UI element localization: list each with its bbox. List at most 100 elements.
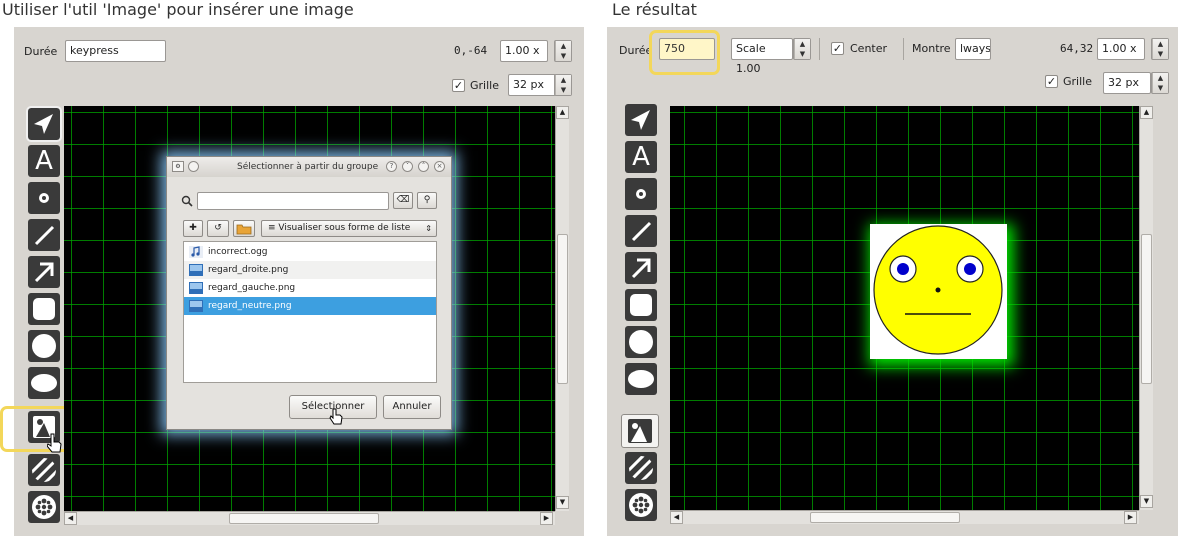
center-label: Center (850, 42, 888, 55)
scroll-left-icon[interactable]: ◀ (64, 512, 77, 525)
scale-spinbox[interactable]: Scale 1.00 (731, 38, 793, 75)
line-tool-button[interactable] (625, 215, 657, 247)
file-name: regard_droite.png (208, 265, 289, 275)
line-tool-button[interactable] (28, 219, 60, 251)
refresh-icon[interactable]: ↺ (207, 220, 229, 237)
grid-size-spinbox[interactable]: 32 px (508, 74, 556, 96)
zoom-stepper[interactable]: ▲ ▼ (1151, 38, 1169, 60)
duration-label: Durée (619, 44, 653, 57)
grid-size-value: 32 px (513, 78, 544, 91)
duration-label: Durée (24, 45, 58, 58)
hatch-tool-button[interactable] (28, 454, 60, 486)
horizontal-scroll-thumb[interactable] (810, 512, 960, 523)
flower-tool-button[interactable] (28, 491, 60, 523)
ellipse-icon (31, 374, 57, 392)
add-icon[interactable]: ✚ (183, 220, 203, 237)
select-arrow-tool-button[interactable] (26, 106, 62, 142)
view-mode-dropdown[interactable]: ≡ Visualiser sous forme de liste ⇕ (261, 220, 437, 237)
grid-size-stepper[interactable]: ▲ ▼ (554, 74, 572, 96)
hatch-tool-button[interactable] (625, 452, 657, 484)
select-arrow-icon (34, 114, 53, 134)
scroll-down-icon[interactable]: ▼ (1140, 495, 1153, 508)
file-row-incorrect-ogg[interactable]: incorrect.ogg (184, 243, 436, 261)
flower-tool-button[interactable] (625, 489, 657, 521)
text-tool-button[interactable]: A (28, 145, 60, 177)
grid-stepper-arrows-icon: ▲ ▼ (1152, 73, 1168, 93)
scale-value: Scale 1.00 (736, 42, 766, 75)
file-row-regard-gauche[interactable]: regard_gauche.png (184, 279, 436, 297)
scroll-right-icon[interactable]: ▶ (540, 512, 553, 525)
duration-highlight (649, 30, 720, 75)
cancel-button[interactable]: Annuler (383, 395, 441, 419)
ellipse-tool-button[interactable] (28, 367, 60, 399)
arrow-tool-button[interactable] (625, 252, 657, 284)
zoom-spinbox[interactable]: 1.00 x (1097, 38, 1145, 60)
grid-stepper-arrows-icon: ▲ ▼ (555, 75, 571, 95)
dialog-titlebar: ⚙ Sélectionner à partir du groupe ? ˅ ˄ … (167, 157, 451, 177)
show-input[interactable]: lways (955, 38, 991, 60)
duration-input[interactable]: keypress (65, 40, 166, 62)
scroll-down-icon[interactable]: ▼ (556, 496, 569, 509)
search-input[interactable] (197, 192, 389, 210)
zoom-stepper[interactable]: ▲ ▼ (554, 40, 572, 62)
vertical-scroll-thumb[interactable] (1141, 234, 1152, 384)
rounded-rect-tool-button[interactable] (28, 293, 60, 325)
point-tool-button[interactable] (625, 178, 657, 210)
ellipse-icon (628, 370, 654, 388)
scroll-right-icon[interactable]: ▶ (1124, 511, 1137, 524)
image-tool-button-active[interactable] (621, 414, 659, 448)
minimize-icon[interactable]: ˅ (402, 161, 413, 172)
dropdown-arrows-icon: ⇕ (425, 224, 432, 233)
point-icon (39, 193, 49, 203)
arrow-tool-button[interactable] (28, 256, 60, 288)
file-row-regard-neutre-selected[interactable]: regard_neutre.png (184, 297, 436, 315)
clear-search-icon[interactable]: ⌫ (393, 192, 413, 209)
grid-checkbox[interactable]: ✓ (452, 79, 465, 92)
search-options-icon[interactable]: ⚲ (417, 192, 437, 209)
horizontal-scrollbar[interactable]: ◀ ▶ (670, 510, 1139, 524)
text-tool-icon: A (632, 142, 650, 172)
point-tool-button[interactable] (28, 182, 60, 214)
app-icon: ⚙ (172, 161, 184, 172)
horizontal-scrollbar[interactable]: ◀ ▶ (64, 511, 555, 525)
circle-tool-button[interactable] (625, 326, 657, 358)
scroll-left-icon[interactable]: ◀ (670, 511, 683, 524)
file-name: regard_neutre.png (208, 301, 292, 311)
pin-icon[interactable] (188, 161, 199, 172)
scale-stepper[interactable]: ▲ ▼ (793, 38, 811, 60)
face-image[interactable] (870, 224, 1007, 359)
view-mode-label: Visualiser sous forme de liste (278, 223, 411, 233)
center-checkbox[interactable]: ✓ (831, 42, 844, 55)
horizontal-scroll-thumb[interactable] (229, 513, 379, 524)
image-file-icon (189, 300, 203, 312)
circle-tool-button[interactable] (28, 330, 60, 362)
vertical-scroll-thumb[interactable] (557, 234, 568, 384)
folder-icon[interactable] (233, 220, 255, 237)
ellipse-tool-button[interactable] (625, 363, 657, 395)
rounded-rect-tool-button[interactable] (625, 289, 657, 321)
select-arrow-icon (631, 110, 650, 130)
toolbar-separator (903, 38, 904, 60)
file-list[interactable]: incorrect.ogg regard_droite.png regard_g… (183, 241, 437, 383)
vertical-scrollbar[interactable]: ▲ ▼ (1139, 106, 1153, 510)
file-row-regard-droite[interactable]: regard_droite.png (184, 261, 436, 279)
scroll-up-icon[interactable]: ▲ (1140, 106, 1153, 119)
help-icon[interactable]: ? (386, 161, 397, 172)
vertical-scrollbar[interactable]: ▲ ▼ (555, 106, 569, 511)
text-tool-button[interactable]: A (625, 141, 657, 173)
select-arrow-tool-button[interactable] (625, 104, 657, 136)
show-label: Montre (912, 42, 951, 55)
scroll-up-icon[interactable]: ▲ (556, 106, 569, 119)
zoom-spinbox[interactable]: 1.00 x (500, 40, 548, 62)
grid-size-spinbox[interactable]: 32 px (1103, 72, 1151, 94)
close-icon[interactable]: × (434, 161, 445, 172)
maximize-icon[interactable]: ˄ (418, 161, 429, 172)
hand-cursor-icon (329, 408, 343, 425)
select-from-group-dialog: ⚙ Sélectionner à partir du groupe ? ˅ ˄ … (166, 156, 452, 430)
search-icon (181, 195, 193, 207)
file-name: regard_gauche.png (208, 283, 296, 293)
grid-size-stepper[interactable]: ▲ ▼ (1151, 72, 1169, 94)
file-name: incorrect.ogg (208, 247, 268, 257)
grid-checkbox[interactable]: ✓ (1045, 75, 1058, 88)
drawing-canvas[interactable] (670, 106, 1139, 510)
